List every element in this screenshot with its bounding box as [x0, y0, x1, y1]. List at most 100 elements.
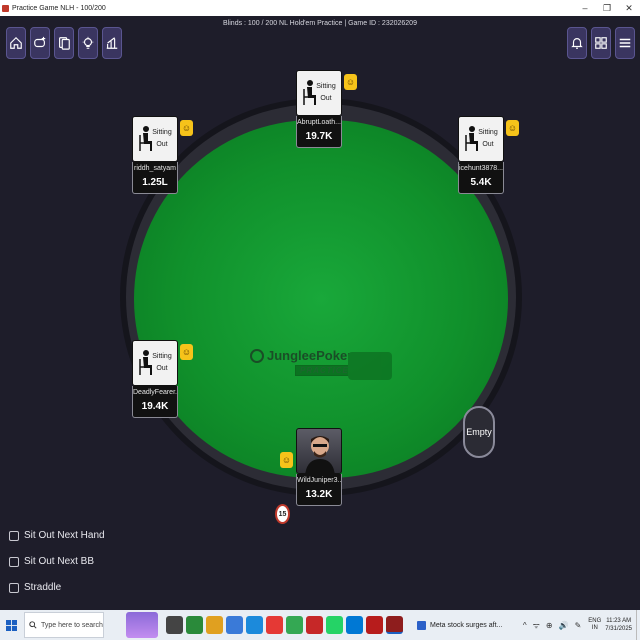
restore-button[interactable]: ❐ — [596, 0, 618, 16]
status-line: Out — [482, 141, 494, 148]
straddle-checkbox[interactable] — [9, 582, 19, 593]
notifications-button[interactable] — [567, 27, 587, 59]
smiley-icon: ☺ — [507, 123, 518, 133]
volume-icon[interactable]: 🔊 — [559, 621, 569, 630]
emoji-button[interactable]: ☺ — [506, 120, 519, 136]
player-info: WildJuniper3... 13.2K — [296, 474, 342, 506]
seat-left[interactable]: Sitting Out DeadlyFearer... 19.4K — [132, 340, 178, 418]
seat-top[interactable]: Sitting Out AbruptLoath... 19.7K — [296, 70, 342, 148]
cards-button[interactable] — [54, 27, 74, 59]
vscode-app[interactable] — [346, 616, 363, 634]
pen-icon[interactable]: ✎ — [575, 621, 582, 630]
player-stack: 19.7K — [305, 131, 333, 142]
player-stack: 13.2K — [305, 489, 333, 500]
player-avatar: Sitting Out — [132, 116, 178, 162]
taskbar-search[interactable]: Type here to search — [24, 612, 104, 638]
status-line: Out — [156, 365, 168, 372]
office-app[interactable] — [266, 616, 283, 634]
emoji-button[interactable]: ☺ — [280, 452, 293, 468]
sit-out-next-hand-checkbox[interactable] — [9, 530, 19, 541]
smiley-icon: ☺ — [181, 123, 192, 133]
taskbar-app[interactable] — [306, 616, 323, 634]
show-desktop-button[interactable] — [636, 610, 640, 640]
network-icon[interactable]: ⊕ — [546, 621, 553, 630]
home-icon — [10, 36, 22, 49]
game-area: Blinds : 100 / 200 NL Hold'em Practice |… — [0, 16, 640, 610]
stats-button[interactable] — [102, 27, 122, 59]
sit-out-next-hand-label: Sit Out Next Hand — [24, 530, 105, 541]
news-text: Meta stock surges aft... — [430, 621, 503, 629]
news-widget[interactable]: Meta stock surges aft... — [417, 620, 503, 630]
lightbulb-icon — [82, 36, 94, 49]
player-name: AbruptLoath... — [297, 119, 341, 126]
emoji-button[interactable]: ☺ — [180, 344, 193, 360]
system-tray: ^ ᯤ ⊕ 🔊 ✎ ENG IN 11:23 AM 7/31/2025 — [520, 610, 640, 640]
brand-logo-icon — [250, 348, 264, 363]
whatsapp-app[interactable] — [326, 616, 343, 634]
sit-out-next-bb-option[interactable]: Sit Out Next BB — [9, 556, 94, 567]
cards-icon — [59, 37, 70, 50]
search-placeholder: Type here to search — [41, 621, 103, 629]
stats-icon — [106, 37, 118, 49]
seat-hero[interactable]: WildJuniper3... 13.2K — [296, 428, 342, 506]
straddle-option[interactable]: Straddle — [9, 582, 61, 593]
player-stack: 19.4K — [141, 401, 169, 412]
player-info: AbruptLoath... 19.7K — [296, 116, 342, 148]
taskbar-app[interactable] — [186, 616, 203, 634]
windows-taskbar: Type here to search Meta stock surges af… — [0, 610, 640, 640]
add-table-icon — [34, 36, 46, 48]
status-line: Out — [156, 141, 168, 148]
menu-button[interactable] — [615, 27, 635, 59]
status-line: Out — [320, 95, 332, 102]
home-button[interactable] — [6, 27, 26, 59]
player-avatar — [296, 428, 342, 474]
chrome-app[interactable] — [286, 616, 303, 634]
start-button[interactable] — [0, 610, 22, 640]
player-name: riddh_satyam — [133, 165, 177, 172]
smiley-icon: ☺ — [181, 347, 192, 357]
table-badge — [348, 352, 392, 380]
sit-out-next-bb-checkbox[interactable] — [9, 556, 19, 567]
clock[interactable]: 11:23 AM 7/31/2025 — [605, 617, 632, 633]
search-highlight-banner[interactable] — [126, 612, 158, 638]
task-view-app[interactable] — [166, 616, 183, 634]
seat-top-left[interactable]: Sitting Out riddh_satyam 1.25L — [132, 116, 178, 194]
status-line: Sitting — [316, 83, 336, 90]
mail-app[interactable] — [226, 616, 243, 634]
emoji-button[interactable]: ☺ — [180, 120, 193, 136]
sit-out-next-hand-option[interactable]: Sit Out Next Hand — [9, 530, 105, 541]
practice-label: PRACTICE — [295, 365, 354, 376]
player-name: WildJuniper3... — [297, 477, 341, 484]
player-stack: 5.4K — [470, 177, 492, 188]
menu-icon — [619, 38, 631, 48]
status-line: Sitting — [478, 129, 498, 136]
wifi-icon[interactable]: ᯤ — [533, 620, 540, 631]
edge-app[interactable] — [246, 616, 263, 634]
emoji-button[interactable]: ☺ — [344, 74, 357, 90]
bell-icon — [571, 38, 583, 49]
add-table-button[interactable] — [30, 27, 50, 59]
player-info: riddh_satyam 1.25L — [132, 162, 178, 194]
tray-chevron-icon[interactable]: ^ — [523, 621, 527, 630]
player-avatar: Sitting Out — [458, 116, 504, 162]
news-icon — [417, 620, 426, 630]
empty-seat-button[interactable]: Empty — [463, 406, 495, 458]
sit-out-next-bb-label: Sit Out Next BB — [24, 556, 95, 567]
language-indicator[interactable]: ENG IN — [588, 618, 601, 632]
clock-date: 7/31/2025 — [605, 626, 632, 632]
table-logo: JungleePoker PRACTICE — [250, 344, 400, 384]
minimize-button[interactable]: – — [574, 0, 596, 16]
close-button[interactable]: ✕ — [618, 0, 640, 16]
table-felt — [134, 120, 508, 478]
player-info: DeadlyFearer... 19.4K — [132, 386, 178, 418]
turn-timer: 15 — [275, 504, 290, 524]
window-titlebar: Practice Game NLH - 100/200 – ❐ ✕ — [0, 0, 640, 16]
poker-app[interactable] — [366, 616, 383, 634]
windows-icon — [5, 619, 17, 631]
tips-button[interactable] — [78, 27, 98, 59]
poker-table-app[interactable] — [386, 616, 403, 634]
clock-time: 11:23 AM — [606, 618, 632, 624]
file-explorer-app[interactable] — [206, 616, 223, 634]
seat-top-right[interactable]: Sitting Out icehunt3878... 5.4K — [458, 116, 504, 194]
multi-table-button[interactable] — [591, 27, 611, 59]
